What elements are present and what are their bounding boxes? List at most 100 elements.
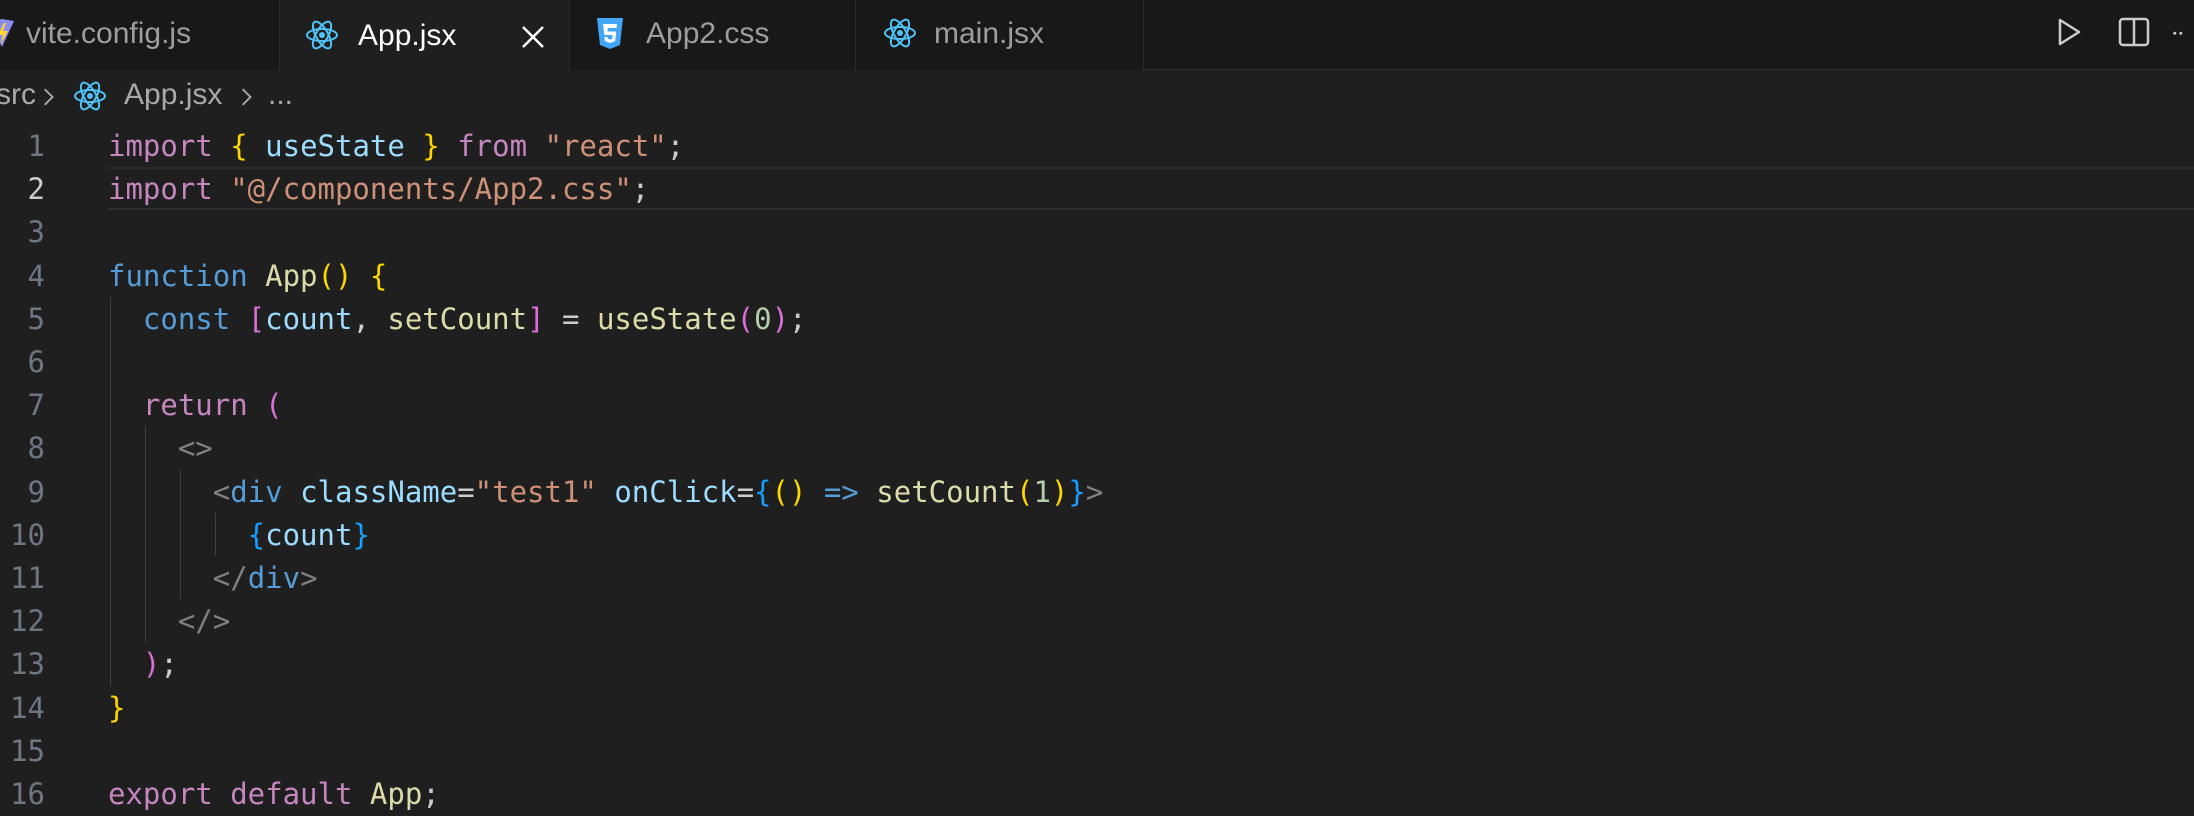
line-number: 12 xyxy=(10,604,45,639)
tab-app2-css[interactable]: App2.css xyxy=(570,0,856,70)
code-text: import { useState } from "react"; xyxy=(108,129,684,163)
code-text: export default App; xyxy=(108,777,440,811)
code-line[interactable]: 9 <div className="test1" onClick={() => … xyxy=(0,470,2194,513)
code-token: } xyxy=(1068,474,1086,509)
code-line[interactable]: 8 <> xyxy=(0,426,2194,469)
code-token: setCount xyxy=(876,474,1016,509)
code-token: { xyxy=(230,129,248,163)
code-token: { xyxy=(108,517,266,552)
code-token: , xyxy=(352,301,388,336)
code-token: setCount xyxy=(387,301,528,336)
code-text: <> xyxy=(108,431,213,465)
code-token: useState xyxy=(247,129,423,163)
line-number: 16 xyxy=(10,777,45,811)
code-line[interactable]: 13 ); xyxy=(0,642,2194,685)
tab-vite-config[interactable]: vite.config.js xyxy=(0,0,280,70)
line-number: 14 xyxy=(10,690,45,725)
code-token: export xyxy=(108,777,231,811)
breadcrumb: src App.jsx ... xyxy=(0,72,2194,122)
line-number: 10 xyxy=(10,517,45,552)
code-token: => xyxy=(806,474,877,509)
line-number: 3 xyxy=(27,215,45,250)
tab-label: vite.config.js xyxy=(26,17,192,50)
breadcrumb-folder[interactable]: src xyxy=(0,78,36,112)
chevron-right-icon xyxy=(43,88,54,106)
code-token: const xyxy=(108,301,248,336)
code-token: = xyxy=(457,474,475,509)
code-token: { xyxy=(754,474,772,509)
tab-label: App.jsx xyxy=(358,19,457,52)
react-icon xyxy=(884,18,916,48)
code-token: } xyxy=(108,690,126,725)
code-line[interactable]: 1 import { useState } from "react"; xyxy=(0,124,2194,167)
code-token: </> xyxy=(108,604,231,639)
code-text: const [count, setCount] = useState(0); xyxy=(108,302,807,336)
code-token: () xyxy=(771,474,807,509)
code-line[interactable]: 5 const [count, setCount] = useState(0); xyxy=(0,297,2194,340)
css3-icon xyxy=(597,18,623,49)
indent-guide xyxy=(144,426,146,643)
run-icon[interactable] xyxy=(2048,12,2088,52)
tab-main-jsx[interactable]: main.jsx xyxy=(856,0,1144,70)
code-token: ( xyxy=(265,388,283,423)
code-line[interactable]: 2 import "@/components/App2.css"; xyxy=(0,167,2194,211)
breadcrumb-file[interactable]: App.jsx xyxy=(124,78,222,112)
code-token: = xyxy=(544,301,597,336)
code-token: App xyxy=(265,258,318,293)
code-line[interactable]: 16 export default App; xyxy=(0,772,2194,815)
tab-label: main.jsx xyxy=(934,17,1045,50)
editor-tab-bar: vite.config.js App.jsx App2.css main.jsx xyxy=(0,0,2194,71)
indent-guide xyxy=(110,296,111,686)
code-text: {count} xyxy=(108,518,370,552)
code-token: </ xyxy=(108,561,248,595)
code-token: div xyxy=(230,474,301,509)
code-token: = xyxy=(736,474,755,509)
code-line[interactable]: 4 function App() { xyxy=(0,254,2194,297)
breadcrumb-symbol[interactable]: ... xyxy=(268,78,293,112)
close-icon[interactable] xyxy=(515,19,551,55)
code-token: return xyxy=(108,388,266,423)
code-token: ) xyxy=(771,301,790,336)
code-token: onClick xyxy=(596,474,737,509)
code-line[interactable]: 12 </> xyxy=(0,599,2194,642)
code-token: { xyxy=(369,258,388,293)
code-token: < xyxy=(108,474,231,509)
line-number: 5 xyxy=(27,301,45,336)
code-token: ; xyxy=(789,301,807,336)
line-number: 8 xyxy=(27,431,45,466)
code-token: from xyxy=(439,129,545,163)
code-line[interactable]: 14} xyxy=(0,686,2194,729)
code-token: } xyxy=(422,129,440,163)
more-icon[interactable] xyxy=(2170,12,2194,52)
split-editor-icon[interactable] xyxy=(2114,12,2154,52)
code-token: "react" xyxy=(544,129,667,163)
code-token: div xyxy=(247,561,301,595)
code-text: import "@/components/App2.css"; xyxy=(108,172,649,206)
tab-label: App2.css xyxy=(646,17,770,50)
tab-app-jsx[interactable]: App.jsx xyxy=(280,0,570,71)
code-line[interactable]: 11 </div> xyxy=(0,556,2194,599)
code-token: useState xyxy=(596,301,737,336)
code-line[interactable]: 10 {count} xyxy=(0,513,2194,556)
code-token: import xyxy=(108,129,231,163)
code-line[interactable]: 3 xyxy=(0,210,2194,253)
code-token: count xyxy=(265,301,353,336)
code-token: count xyxy=(265,517,353,552)
line-number: 9 xyxy=(27,474,45,509)
code-editor[interactable]: 1 import { useState } from "react"; 2 impor… xyxy=(0,124,2194,816)
code-line[interactable]: 6 xyxy=(0,340,2194,383)
code-token: } xyxy=(352,517,370,552)
code-token: ( xyxy=(736,301,755,336)
line-number: 11 xyxy=(10,561,45,595)
code-token: 1 xyxy=(1033,474,1051,509)
code-token: () xyxy=(317,258,353,293)
chevron-right-icon xyxy=(241,88,252,106)
code-text: } xyxy=(108,691,125,725)
code-token: [ xyxy=(247,301,266,336)
code-line[interactable]: 15 xyxy=(0,729,2194,772)
code-line[interactable]: 7 return ( xyxy=(0,383,2194,426)
code-token: className xyxy=(300,474,458,509)
code-text: ); xyxy=(108,647,178,681)
